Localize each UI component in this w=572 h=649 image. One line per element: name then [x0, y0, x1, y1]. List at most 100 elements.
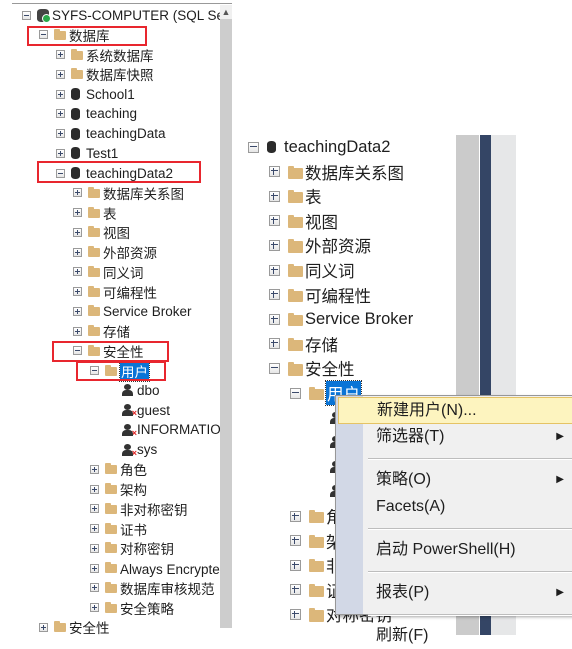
menu-item-n[interactable]: 新建用户(N)... — [338, 397, 572, 424]
tree-node-label: 可编程性 — [305, 287, 371, 306]
menu-item-label: 筛选器(T) — [376, 428, 445, 445]
tree-node[interactable]: 非对称密钥 — [0, 499, 232, 519]
tree-node[interactable]: 角色 — [0, 459, 232, 479]
tree-node[interactable]: Service Broker — [0, 301, 232, 321]
expand-icon[interactable] — [73, 267, 82, 277]
tree-node[interactable]: 数据库快照 — [0, 64, 232, 84]
expand-icon[interactable] — [90, 504, 99, 514]
tree-node[interactable]: 证书 — [0, 519, 232, 539]
expand-icon[interactable] — [73, 208, 82, 217]
tree-node[interactable]: 系统数据库 — [0, 45, 232, 65]
expand-icon[interactable] — [90, 464, 99, 474]
folder-icon — [105, 463, 117, 475]
tree-node[interactable]: 数据库关系图 — [0, 183, 232, 203]
tree-node[interactable]: 安全策略 — [0, 598, 232, 618]
expand-icon[interactable] — [56, 109, 65, 119]
collapse-icon[interactable] — [248, 141, 259, 153]
tree-node[interactable]: 安全性 — [0, 617, 232, 635]
menu-item-facets-a[interactable]: Facets(A) — [338, 494, 572, 520]
tree-node-label: 安全性 — [69, 621, 110, 635]
tree-node[interactable]: 可编程性 — [236, 285, 572, 306]
tree-node[interactable]: 视图 — [0, 222, 232, 242]
expand-icon[interactable] — [73, 247, 82, 257]
folder-icon — [288, 337, 303, 352]
tree-node-label: 存储 — [305, 336, 338, 355]
tree-node[interactable]: teachingData — [0, 124, 232, 144]
tree-node[interactable]: teachingData2 — [236, 137, 572, 157]
tree-node[interactable]: School1 — [0, 84, 232, 104]
expand-icon[interactable] — [73, 188, 82, 198]
menu-item-p[interactable]: 报表(P) ▶ — [338, 580, 572, 606]
expand-icon[interactable] — [56, 89, 65, 99]
expand-icon[interactable] — [290, 608, 301, 620]
tree-node[interactable]: 外部资源 — [236, 235, 572, 256]
tree-node[interactable]: × guest — [0, 400, 232, 420]
expand-icon[interactable] — [269, 215, 280, 227]
expand-icon[interactable] — [290, 584, 301, 596]
folder-icon — [309, 386, 324, 401]
menu-item-o[interactable]: 策略(O) ▶ — [338, 467, 572, 493]
expand-icon[interactable] — [90, 543, 99, 553]
expand-icon[interactable] — [56, 129, 65, 138]
submenu-arrow-icon: ▶ — [556, 431, 564, 442]
tree-node[interactable]: 外部资源 — [0, 242, 232, 262]
expand-icon[interactable] — [90, 583, 99, 593]
tree-node[interactable]: 存储 — [0, 321, 232, 341]
expand-icon[interactable] — [269, 289, 280, 301]
expand-icon[interactable] — [269, 239, 280, 251]
tree-node[interactable]: × sys — [0, 440, 232, 460]
expand-icon[interactable] — [90, 484, 99, 494]
collapse-icon[interactable] — [290, 387, 301, 399]
expand-icon[interactable] — [290, 535, 301, 547]
tree-node[interactable]: 表 — [236, 186, 572, 208]
menu-item-powershell-h[interactable]: 启动 PowerShell(H) — [338, 537, 572, 563]
highlight-box-teachingdata2 — [37, 161, 201, 183]
expand-icon[interactable] — [269, 313, 280, 325]
tree-node[interactable]: ×INFORMATION_SCHEMA — [0, 420, 232, 440]
expand-icon[interactable] — [73, 326, 82, 336]
tree-node[interactable]: 存储 — [236, 334, 572, 355]
expand-icon[interactable] — [290, 559, 301, 571]
tree-node-label: teachingData2 — [284, 137, 391, 156]
expand-icon[interactable] — [269, 190, 280, 202]
tree-node[interactable]: SYFS-COMPUTER (SQL Server) — [0, 5, 232, 25]
tree-node[interactable]: 同义词 — [236, 260, 572, 281]
tree-node[interactable]: 表 — [0, 203, 232, 223]
tree-node[interactable]: 数据库关系图 — [236, 162, 572, 183]
tree-node-label: 表 — [305, 189, 322, 208]
tree-node[interactable]: 架构 — [0, 479, 232, 499]
tree-node[interactable]: teaching — [0, 104, 232, 124]
expand-icon[interactable] — [73, 306, 82, 316]
tree-node[interactable]: Always Encrypted 密钥 — [0, 558, 232, 578]
menu-item-f[interactable]: 刷新(F) — [338, 623, 572, 649]
tree-node-label: teachingData — [86, 126, 166, 141]
vertical-scrollbar[interactable]: ▲ — [220, 5, 232, 628]
expand-icon[interactable] — [290, 510, 301, 522]
tree-node[interactable]: 可编程性 — [0, 282, 232, 302]
expand-icon[interactable] — [90, 563, 99, 573]
expand-icon[interactable] — [269, 338, 280, 350]
expand-icon[interactable] — [90, 603, 99, 612]
expand-icon[interactable] — [90, 524, 99, 533]
collapse-icon[interactable] — [22, 10, 31, 20]
expand-icon[interactable] — [73, 287, 82, 296]
expand-icon[interactable] — [39, 622, 48, 632]
collapse-icon[interactable] — [269, 362, 280, 374]
tree-node[interactable]: 视图 — [236, 211, 572, 232]
tree-node[interactable]: dbo — [0, 380, 232, 400]
expand-icon[interactable] — [269, 166, 280, 178]
menu-item-label: Facets(A) — [376, 498, 446, 515]
scroll-up-arrow-icon[interactable]: ▲ — [220, 5, 232, 19]
menu-item-t[interactable]: 筛选器(T) ▶ — [338, 424, 572, 450]
tree-node-label: 证书 — [120, 522, 147, 538]
tree-node[interactable]: 数据库审核规范 — [0, 578, 232, 598]
tree-node[interactable]: 安全性 — [236, 358, 572, 379]
expand-icon[interactable] — [73, 227, 82, 237]
tree-node[interactable]: 同义词 — [0, 262, 232, 282]
expand-icon[interactable] — [56, 69, 65, 79]
tree-node[interactable]: Service Broker — [236, 309, 572, 329]
tree-node[interactable]: 对称密钥 — [0, 538, 232, 558]
expand-icon[interactable] — [269, 264, 280, 276]
expand-icon[interactable] — [56, 50, 65, 59]
expand-icon[interactable] — [56, 148, 65, 158]
